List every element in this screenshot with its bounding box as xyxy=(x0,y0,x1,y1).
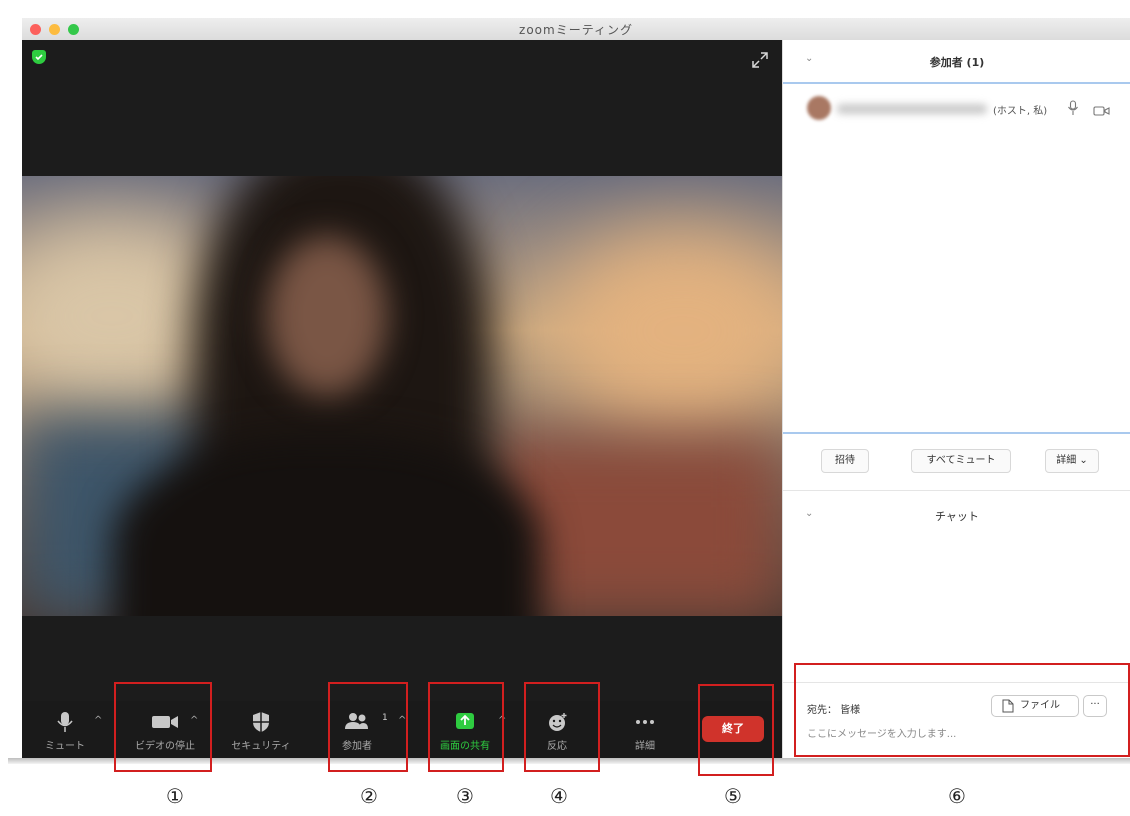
participant-role: (ホスト, 私) xyxy=(993,106,1048,117)
participant-name-redacted xyxy=(837,104,987,114)
participants-panel-title: 参加者 (1) xyxy=(929,56,985,69)
annotation-box-6 xyxy=(794,663,1130,757)
video-area xyxy=(22,40,782,701)
side-panel: ⌄ 参加者 (1) (ホスト, 私) 招待 すべてミュート 詳細 ⌄ ⌄ チャッ… xyxy=(782,40,1130,758)
security-button[interactable]: セキュリティ xyxy=(231,701,291,758)
participants-actions: 招待 すべてミュート 詳細 ⌄ xyxy=(783,434,1130,491)
mute-options-chevron-icon[interactable]: ^ xyxy=(94,715,102,726)
participant-row[interactable]: (ホスト, 私) xyxy=(807,96,1117,122)
annotation-number-1: ① xyxy=(166,784,184,808)
annotation-number-4: ④ xyxy=(550,784,568,808)
shield-icon xyxy=(236,711,286,733)
annotation-number-2: ② xyxy=(360,784,378,808)
encryption-shield-icon[interactable] xyxy=(32,50,46,64)
annotation-box-5 xyxy=(698,684,774,776)
participants-more-button[interactable]: 詳細 ⌄ xyxy=(1045,449,1099,473)
participant-camera-icon[interactable] xyxy=(1093,102,1111,121)
participants-panel-header: ⌄ 参加者 (1) xyxy=(783,40,1130,84)
annotation-box-1 xyxy=(114,682,212,772)
annotation-box-2 xyxy=(328,682,408,772)
annotation-number-3: ③ xyxy=(456,784,474,808)
chat-panel-header: ⌄ チャット xyxy=(783,502,1130,528)
participants-more-label: 詳細 xyxy=(1056,455,1077,466)
chevron-down-icon: ⌄ xyxy=(1076,455,1088,466)
avatar xyxy=(807,96,831,120)
more-button[interactable]: 詳細 xyxy=(620,701,670,758)
mute-button[interactable]: ミュート xyxy=(45,701,85,758)
annotation-box-3 xyxy=(428,682,504,772)
more-dots-icon xyxy=(620,711,670,733)
more-label: 詳細 xyxy=(635,741,655,752)
title-bar: zoomミーティング xyxy=(22,18,1130,41)
fullscreen-icon[interactable] xyxy=(750,50,770,70)
invite-button[interactable]: 招待 xyxy=(821,449,869,473)
chat-panel-title: チャット xyxy=(935,510,979,523)
window-title: zoomミーティング xyxy=(519,23,633,37)
annotation-number-6: ⑥ xyxy=(948,784,966,808)
mute-all-button[interactable]: すべてミュート xyxy=(911,449,1011,473)
mute-label: ミュート xyxy=(45,741,85,752)
participant-mic-icon[interactable] xyxy=(1067,100,1079,120)
video-feed xyxy=(22,176,782,616)
annotation-number-5: ⑤ xyxy=(724,784,742,808)
annotation-box-4 xyxy=(524,682,600,772)
security-label: セキュリティ xyxy=(231,741,291,752)
zoom-window: zoomミーティング ミュート ^ ビデオの停止 ^ セキュリティ 参加者 1 … xyxy=(22,18,1130,758)
microphone-icon xyxy=(50,711,80,733)
